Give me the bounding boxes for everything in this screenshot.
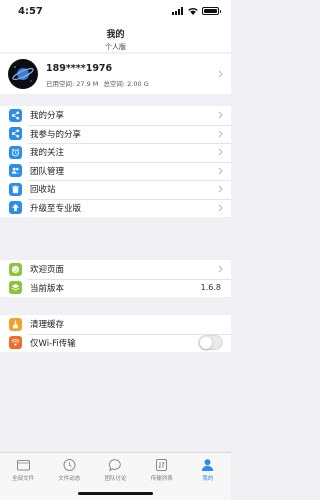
tab-label: 我的: [202, 476, 214, 482]
menu-group-settings: 清理缓存 仅Wi-Fi传输: [0, 315, 231, 352]
page-title: 我的: [106, 30, 125, 40]
nav-bar: 我的 个人版: [0, 24, 231, 52]
menu-item-team[interactable]: 团队管理: [0, 161, 231, 181]
storage-info: 已用空间: 27.9 M 总空间: 2.00 G: [46, 78, 149, 88]
menu-item-follow[interactable]: 我的关注: [0, 143, 231, 162]
status-bar: 4:57: [0, 0, 231, 24]
user-icon: [202, 459, 214, 471]
tab-label: 文件动态: [58, 476, 81, 482]
storage-used: 已用空间: 27.9 M: [46, 80, 99, 88]
menu-item-version: 当前版本 1.6.8: [0, 278, 231, 298]
menu-item-label: 欢迎页面: [30, 265, 65, 276]
home-indicator: [78, 492, 153, 495]
menu-item-label: 我的分享: [30, 111, 65, 122]
tab-me[interactable]: 我的: [185, 453, 231, 500]
menu-item-label: 升级至专业版: [30, 203, 82, 214]
menu-item-wifi-only: 仅Wi-Fi传输: [0, 333, 231, 353]
status-icons: [172, 7, 221, 15]
menu-group-main: 我的分享 我参与的分享 我的关注 团队管理 回收站 升级至专业版: [0, 106, 231, 217]
menu-item-joined-share[interactable]: 我参与的分享: [0, 124, 231, 144]
menu-item-label: 团队管理: [30, 166, 65, 177]
tab-label: 传输列表: [150, 476, 173, 482]
clock-icon: [63, 459, 76, 471]
menu-item-label: 回收站: [30, 185, 56, 196]
folder-icon: [16, 460, 30, 471]
planet-icon: [12, 66, 34, 82]
chevron-right-icon: [218, 130, 223, 138]
tab-all-files[interactable]: 全部文件: [0, 453, 46, 500]
tab-label: 团队讨论: [104, 476, 127, 482]
menu-item-label: 我的关注: [30, 148, 65, 159]
layers-icon: [9, 281, 22, 295]
chat-icon: [108, 459, 121, 472]
profile-card[interactable]: 189****1976 已用空间: 27.9 M 总空间: 2.00 G: [0, 54, 231, 94]
menu-item-label: 仅Wi-Fi传输: [30, 338, 76, 349]
menu-item-clear-cache[interactable]: 清理缓存: [0, 315, 231, 334]
chevron-right-icon: [218, 70, 223, 78]
menu-item-upgrade[interactable]: 升级至专业版: [0, 198, 231, 218]
upgrade-icon: [9, 201, 22, 215]
menu-item-label: 清理缓存: [30, 320, 65, 331]
wifi-only-toggle[interactable]: [198, 335, 223, 351]
chevron-right-icon: [218, 148, 223, 156]
status-time: 4:57: [18, 6, 43, 17]
chevron-right-icon: [218, 265, 223, 273]
menu-item-trash[interactable]: 回收站: [0, 180, 231, 199]
chevron-right-icon: [218, 185, 223, 193]
transfer-icon: [156, 459, 168, 471]
wifi-status-icon: [188, 8, 198, 15]
tab-label: 全部文件: [12, 476, 35, 482]
wifi-icon: [9, 336, 22, 350]
chevron-right-icon: [218, 111, 223, 119]
cellular-signal-icon: [172, 7, 184, 15]
share-icon: [9, 127, 22, 141]
trash-icon: [9, 182, 22, 196]
menu-group-about: 欢迎页面 当前版本 1.6.8: [0, 260, 231, 297]
broom-icon: [9, 317, 22, 331]
team-icon: [9, 164, 22, 178]
storage-total: 总空间: 2.00 G: [103, 80, 149, 88]
battery-icon: [202, 7, 221, 15]
chevron-right-icon: [218, 167, 223, 175]
page-subtitle: 个人版: [105, 43, 126, 51]
smile-icon: [9, 262, 22, 276]
avatar: [8, 59, 38, 89]
share-icon: [9, 108, 22, 122]
toggle-knob: [199, 336, 212, 349]
alarm-icon: [9, 145, 22, 159]
version-value: 1.6.8: [200, 283, 221, 293]
menu-item-label: 当前版本: [30, 283, 65, 294]
menu-item-label: 我参与的分享: [30, 129, 82, 140]
menu-item-welcome[interactable]: 欢迎页面: [0, 260, 231, 279]
chevron-right-icon: [218, 204, 223, 212]
menu-item-my-share[interactable]: 我的分享: [0, 106, 231, 125]
profile-phone: 189****1976: [46, 63, 113, 74]
